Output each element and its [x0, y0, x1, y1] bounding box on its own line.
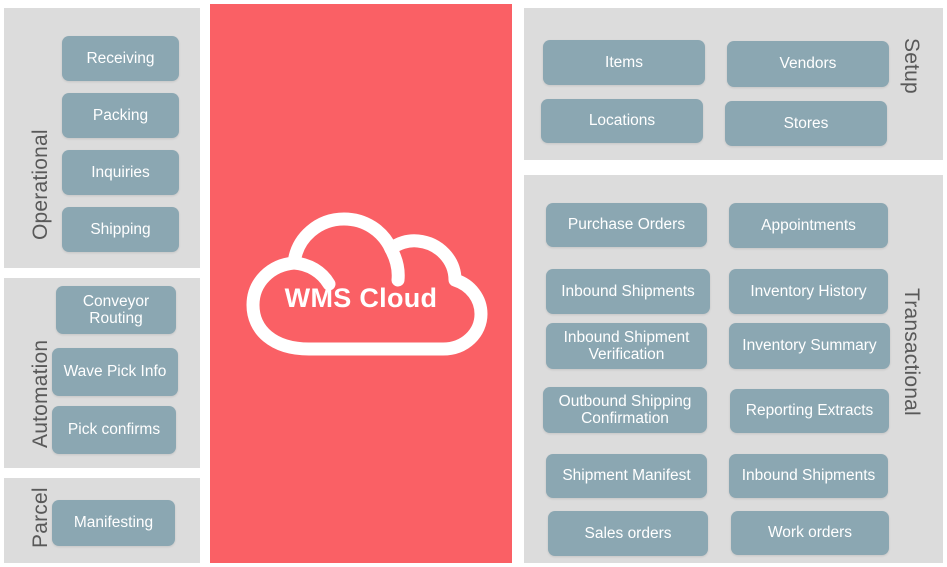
- group-label-transactional: Transactional: [900, 288, 923, 416]
- chip-vendors[interactable]: Vendors: [727, 41, 889, 87]
- chip-inbound-shipments-1[interactable]: Inbound Shipments: [546, 269, 710, 314]
- chip-shipping[interactable]: Shipping: [62, 207, 179, 252]
- chip-items[interactable]: Items: [543, 40, 705, 85]
- group-label-automation: Automation: [29, 339, 52, 448]
- chip-packing[interactable]: Packing: [62, 93, 179, 138]
- chip-inbound-shipments-2[interactable]: Inbound Shipments: [729, 454, 888, 498]
- wms-cloud-title: WMS Cloud: [284, 283, 438, 313]
- chip-outbound-shipping-confirmation[interactable]: Outbound Shipping Confirmation: [543, 387, 707, 433]
- chip-shipment-manifest[interactable]: Shipment Manifest: [546, 454, 707, 498]
- group-label-setup: Setup: [900, 38, 923, 94]
- chip-wave-pick-info[interactable]: Wave Pick Info: [52, 348, 178, 396]
- chip-conveyor-routing[interactable]: Conveyor Routing: [56, 286, 176, 334]
- chip-purchase-orders[interactable]: Purchase Orders: [546, 203, 707, 247]
- chip-pick-confirms[interactable]: Pick confirms: [52, 406, 176, 454]
- chip-receiving[interactable]: Receiving: [62, 36, 179, 81]
- chip-work-orders[interactable]: Work orders: [731, 511, 889, 555]
- chip-sales-orders[interactable]: Sales orders: [548, 511, 708, 556]
- chip-reporting-extracts[interactable]: Reporting Extracts: [730, 389, 889, 433]
- chip-inventory-history[interactable]: Inventory History: [729, 269, 888, 314]
- group-label-operational: Operational: [29, 129, 52, 240]
- chip-stores[interactable]: Stores: [725, 101, 887, 146]
- chip-manifesting[interactable]: Manifesting: [52, 500, 175, 546]
- diagram-canvas: Operational Receiving Packing Inquiries …: [0, 0, 947, 567]
- group-label-parcel: Parcel: [29, 487, 52, 548]
- chip-inbound-shipment-verification[interactable]: Inbound Shipment Verification: [546, 323, 707, 369]
- chip-inquiries[interactable]: Inquiries: [62, 150, 179, 195]
- chip-appointments[interactable]: Appointments: [729, 203, 888, 248]
- chip-locations[interactable]: Locations: [541, 99, 703, 143]
- chip-inventory-summary[interactable]: Inventory Summary: [729, 323, 890, 369]
